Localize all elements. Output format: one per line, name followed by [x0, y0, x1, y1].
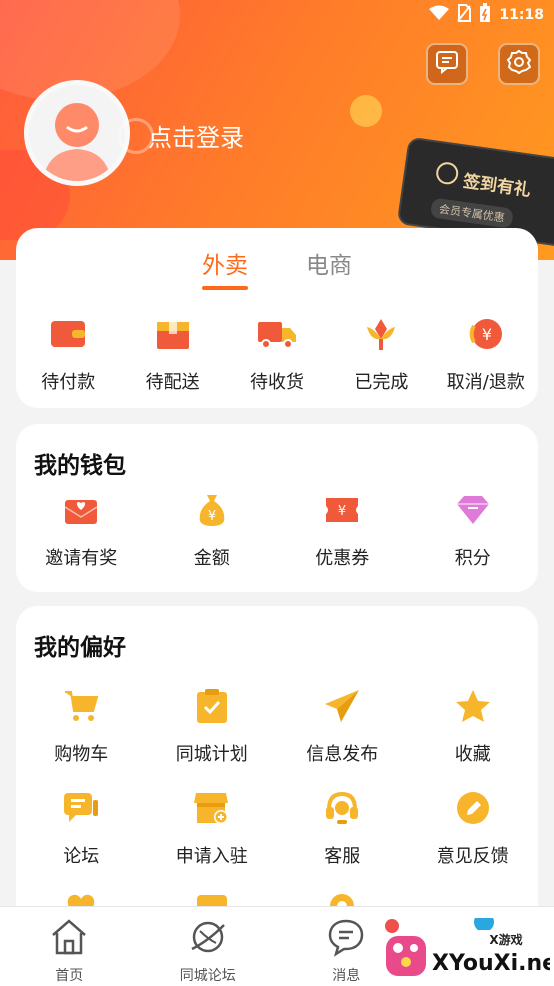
planet-icon: [188, 917, 228, 961]
wallet-label: 邀请有奖: [45, 548, 118, 569]
no-sim-icon: [457, 4, 472, 26]
message-button[interactable]: [426, 43, 468, 85]
clipboard-check-icon: [192, 686, 232, 726]
pref-label: 购物车: [54, 744, 109, 765]
wallet-card: 我的钱包 邀请有奖 ¥ 金额 ¥ 优惠券 积分: [16, 424, 538, 592]
order-status-grid: 待付款 待配送 待收货 已完成 ¥ 取消/退款: [16, 314, 538, 394]
watermark-text: XYouXi.net: [432, 951, 550, 976]
profile-header: 11:18 点击登录 签到有礼 会员专属优惠: [0, 0, 554, 260]
wallet-grid: 邀请有奖 ¥ 金额 ¥ 优惠券 积分: [16, 490, 538, 570]
preferences-row: 论坛 申请入驻 客服 意见反馈: [16, 788, 538, 868]
tab-ecommerce[interactable]: 电商: [306, 246, 352, 280]
preferences-row: 购物车 同城计划 信息发布 收藏: [16, 686, 538, 766]
flower-icon: [361, 314, 401, 354]
wifi-icon: [429, 5, 450, 25]
pref-label: 意见反馈: [436, 846, 509, 867]
tab-takeout[interactable]: 外卖: [202, 246, 248, 290]
nav-home[interactable]: 首页: [0, 907, 139, 986]
star-icon: [453, 686, 493, 726]
avatar-placeholder-icon: [43, 103, 111, 181]
order-completed[interactable]: 已完成: [329, 314, 433, 394]
signin-subtitle: 会员专属优惠: [429, 197, 514, 229]
wallet-invite[interactable]: 邀请有奖: [16, 490, 147, 570]
chat-bubbles-icon: [61, 788, 101, 828]
nav-forum[interactable]: 同城论坛: [139, 907, 278, 986]
order-label: 取消/退款: [446, 372, 525, 393]
order-label: 待付款: [41, 372, 96, 393]
order-label: 待配送: [145, 372, 200, 393]
order-label: 已完成: [354, 372, 409, 393]
store-add-icon: [192, 788, 232, 828]
order-tabs: 外卖 电商: [16, 246, 538, 290]
pref-forum[interactable]: 论坛: [16, 788, 147, 868]
pref-label: 客服: [324, 846, 361, 867]
nav-label: 同城论坛: [179, 968, 236, 984]
status-bar: 11:18: [429, 3, 544, 27]
nav-label: 消息: [332, 968, 361, 984]
money-bag-icon: ¥: [192, 490, 232, 530]
pref-customer-service[interactable]: 客服: [277, 788, 408, 868]
watermark-badge: X游戏: [489, 932, 522, 947]
wallet-balance[interactable]: ¥ 金额: [147, 490, 278, 570]
pref-label: 收藏: [454, 744, 491, 765]
order-pending-payment[interactable]: 待付款: [16, 314, 120, 394]
wallet-label: 金额: [193, 548, 230, 569]
coupon-icon: ¥: [322, 490, 362, 530]
envelope-heart-icon: [61, 490, 101, 530]
refund-icon: ¥: [466, 314, 506, 354]
nav-label: 首页: [55, 968, 84, 984]
pref-apply-store[interactable]: 申请入驻: [147, 788, 278, 868]
login-link[interactable]: 点击登录: [148, 118, 244, 153]
message-icon: [435, 50, 459, 78]
signin-title: 签到有礼: [461, 171, 532, 201]
preferences-title: 我的偏好: [34, 635, 126, 661]
order-label: 待收货: [250, 372, 305, 393]
wallet-points[interactable]: 积分: [408, 490, 539, 570]
pref-feedback[interactable]: 意见反馈: [408, 788, 539, 868]
package-icon: [153, 314, 193, 354]
pref-city-plan[interactable]: 同城计划: [147, 686, 278, 766]
header-decoration-dot: [350, 95, 382, 127]
pref-publish[interactable]: 信息发布: [277, 686, 408, 766]
pref-favorites[interactable]: 收藏: [408, 686, 539, 766]
order-pending-delivery[interactable]: 待配送: [120, 314, 224, 394]
settings-button[interactable]: [498, 43, 540, 85]
pref-cart[interactable]: 购物车: [16, 686, 147, 766]
gift-icon: [434, 160, 460, 186]
orders-card: 外卖 电商 待付款 待配送 待收货 已完成 ¥ 取消/退款: [16, 228, 538, 408]
order-pending-receipt[interactable]: 待收货: [225, 314, 329, 394]
headset-icon: [322, 788, 362, 828]
avatar[interactable]: [24, 80, 130, 186]
order-refund[interactable]: ¥ 取消/退款: [434, 314, 538, 394]
wallet-icon: [48, 314, 88, 354]
wallet-coupons[interactable]: ¥ 优惠券: [277, 490, 408, 570]
wallet-title: 我的钱包: [34, 453, 126, 479]
status-time: 11:18: [499, 7, 544, 23]
preferences-card: 我的偏好 购物车 同城计划 信息发布 收藏 论坛 申请入驻 客服 意见反馈: [16, 606, 538, 936]
gear-icon: [506, 49, 532, 79]
pref-label: 同城计划: [175, 744, 248, 765]
cart-icon: [61, 686, 101, 726]
truck-icon: [257, 314, 297, 354]
diamond-icon: [453, 490, 493, 530]
wallet-label: 优惠券: [315, 548, 370, 569]
home-icon: [49, 917, 89, 961]
battery-icon: [479, 3, 491, 27]
message-icon: [326, 917, 366, 961]
pref-label: 论坛: [63, 846, 100, 867]
wallet-label: 积分: [454, 548, 491, 569]
paper-plane-icon: [322, 686, 362, 726]
pencil-circle-icon: [453, 788, 493, 828]
pref-label: 申请入驻: [175, 846, 248, 867]
watermark-logo: X游戏 XYouXi.net: [380, 912, 554, 982]
svg-text:¥: ¥: [482, 325, 492, 344]
svg-text:¥: ¥: [338, 504, 346, 519]
pref-label: 信息发布: [306, 744, 379, 765]
svg-text:¥: ¥: [208, 509, 216, 524]
